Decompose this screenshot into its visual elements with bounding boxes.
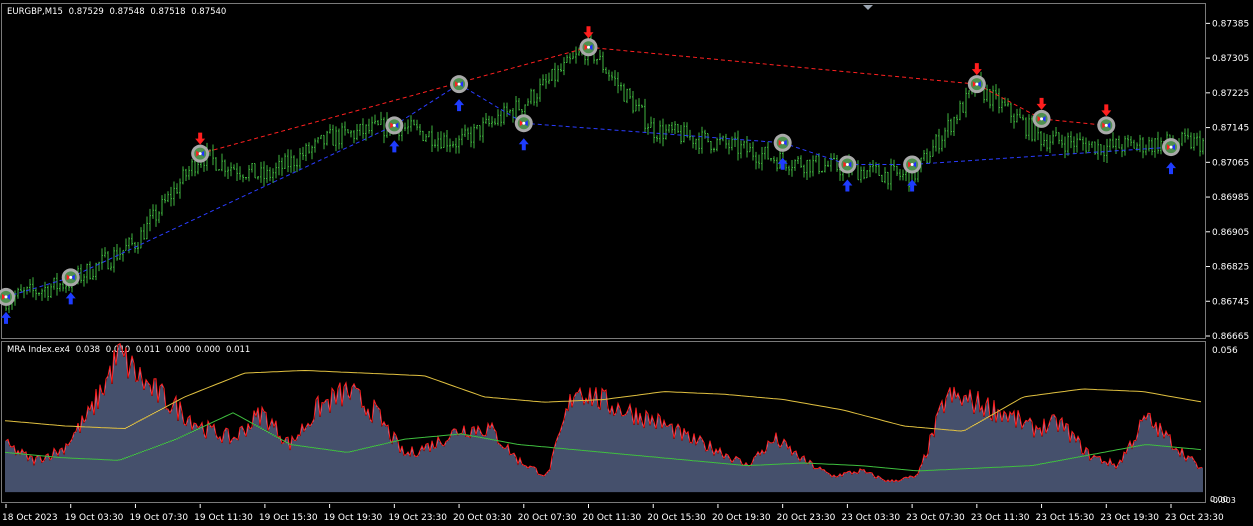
signal-dot: [4, 295, 8, 299]
signal-dot: [1169, 145, 1173, 149]
sell-signal-line: [588, 46, 977, 85]
buy-signal-marker: [773, 133, 792, 170]
indicator-axis-top: 0.056: [1212, 346, 1238, 356]
indicator-axis-bottom: -0.003: [1210, 496, 1236, 505]
sell-signal-marker: [191, 132, 210, 163]
buy-arrow-icon: [1166, 162, 1176, 175]
sell-signal-marker: [579, 26, 598, 57]
buy-signal-marker: [385, 116, 404, 153]
buy-signal-marker: [61, 268, 80, 305]
signal-dot: [975, 82, 979, 86]
buy-signal-line: [912, 146, 1172, 165]
buy-arrow-icon: [518, 138, 529, 151]
signal-dot: [198, 152, 202, 156]
time-axis-label: 23 Oct 11:30: [971, 513, 1030, 523]
time-axis-label: 20 Oct 11:30: [583, 513, 642, 523]
sell-signal-line: [200, 46, 589, 155]
candles: [5, 33, 1204, 314]
time-axis-label: 20 Oct 03:30: [453, 513, 512, 523]
time-axis-label: 18 Oct 2023: [2, 513, 58, 523]
sell-signal-line: [1041, 118, 1107, 126]
buy-signal-marker: [514, 114, 533, 151]
price-axis-label: 0.86825: [1212, 263, 1249, 273]
sell-arrow-icon: [1101, 104, 1112, 117]
sell-arrow-icon: [1036, 97, 1047, 110]
buy-arrow-icon: [454, 99, 465, 112]
price-axis-label: 0.87225: [1212, 89, 1249, 99]
chart-shift-marker-icon: [863, 5, 873, 10]
buy-signal-line: [70, 124, 395, 278]
price-axis-label: 0.87065: [1212, 158, 1249, 168]
signal-dot: [781, 141, 785, 145]
time-axis-label: 19 Oct 15:30: [259, 513, 318, 523]
price-axis-label: 0.86665: [1212, 332, 1249, 342]
signal-dot: [457, 82, 461, 86]
buy-signal-line: [458, 83, 525, 124]
buy-signal-marker: [838, 155, 857, 192]
chart-canvas: 0.87385 0.87305 0.87225 0.87145 0.87065 0.869…: [0, 5, 1249, 523]
sell-arrow-icon: [195, 132, 206, 145]
time-axis-label: 23 Oct 23:30: [1165, 513, 1224, 523]
price-axis-label: 0.86985: [1212, 193, 1249, 203]
price-axis-label: 0.87385: [1212, 19, 1249, 29]
signal-dot: [69, 275, 73, 279]
sell-arrow-icon: [583, 26, 594, 39]
sell-signal-marker: [1032, 97, 1051, 128]
buy-signal-line: [394, 83, 460, 126]
time-axis-label: 23 Oct 03:30: [841, 513, 900, 523]
buy-signal-marker: [0, 287, 15, 324]
time-axis-label: 19 Oct 19:30: [324, 513, 383, 523]
signal-dot: [1040, 117, 1044, 121]
time-axis-label: 19 Oct 03:30: [65, 513, 124, 523]
price-axis-label: 0.86905: [1212, 228, 1249, 238]
signal-dot: [845, 162, 849, 166]
indicator-slow-line: [4, 369, 1202, 432]
buy-arrow-icon: [842, 179, 853, 192]
signal-dot: [392, 123, 396, 127]
buy-signal-marker: [1162, 138, 1180, 175]
signal-dot: [522, 121, 526, 125]
buy-signal-line: [523, 122, 783, 144]
sell-arrow-icon: [971, 63, 982, 76]
signal-dot: [910, 162, 914, 166]
buy-arrow-icon: [65, 292, 76, 305]
signal-dot: [1104, 123, 1108, 127]
time-axis-label: 20 Oct 19:30: [712, 513, 771, 523]
buy-signal-marker: [450, 75, 469, 112]
time-axis-label: 19 Oct 23:30: [388, 513, 447, 523]
buy-arrow-icon: [389, 140, 400, 153]
price-axis-label: 0.87145: [1212, 124, 1249, 134]
price-axis-label: 0.87305: [1212, 54, 1249, 64]
time-axis-label: 23 Oct 15:30: [1036, 513, 1095, 523]
indicator-histogram: [5, 343, 1203, 493]
time-axis-label: 20 Oct 07:30: [518, 513, 577, 523]
buy-arrow-icon: [1, 311, 11, 324]
chart-window[interactable]: EURGBP,M15 0.87529 0.87548 0.87518 0.875…: [0, 0, 1253, 526]
time-axis-label: 23 Oct 19:30: [1100, 513, 1159, 523]
time-axis-label: 20 Oct 15:30: [647, 513, 706, 523]
sell-signal-marker: [1097, 104, 1116, 135]
price-axis-label: 0.86745: [1212, 297, 1249, 307]
time-axis-label: 19 Oct 07:30: [129, 513, 188, 523]
time-axis-label: 20 Oct 23:30: [777, 513, 836, 523]
sell-signal-marker: [967, 63, 986, 94]
signal-dot: [587, 45, 590, 49]
time-axis-label: 19 Oct 11:30: [194, 513, 253, 523]
time-axis-label: 23 Oct 07:30: [906, 513, 965, 523]
